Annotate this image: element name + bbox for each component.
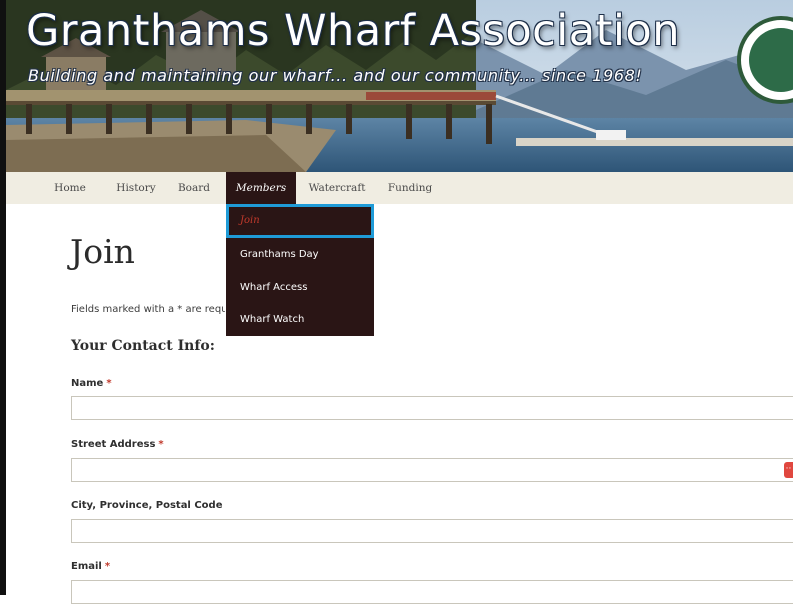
name-label: Name *	[71, 378, 112, 389]
street-address-label: Street Address *	[71, 439, 164, 450]
section-title: Your Contact Info:	[71, 338, 215, 354]
required-mark: *	[158, 439, 164, 450]
nav-members[interactable]: Members	[226, 172, 296, 204]
required-fields-note: Fields marked with a * are required	[71, 304, 225, 315]
name-label-text: Name	[71, 378, 104, 389]
dropdown-item-wharf-watch[interactable]: Wharf Watch	[226, 303, 374, 336]
city-label-text: City, Province, Postal Code	[71, 500, 223, 511]
focus-highlight	[226, 204, 374, 238]
street-address-label-text: Street Address	[71, 439, 156, 450]
email-label-text: Email	[71, 561, 102, 572]
password-manager-icon[interactable]: ··	[784, 462, 793, 478]
nav-home[interactable]: Home	[50, 172, 90, 204]
members-dropdown-menu: Join Granthams Day Wharf Access Wharf Wa…	[226, 204, 374, 336]
name-field[interactable]	[71, 396, 793, 420]
nav-board[interactable]: Board	[172, 172, 216, 204]
required-mark: *	[106, 378, 112, 389]
street-address-field[interactable]	[71, 458, 793, 482]
header-banner: Granthams Wharf Association Building and…	[6, 0, 793, 172]
nav-watercraft[interactable]: Watercraft	[304, 172, 370, 204]
city-province-postal-field[interactable]	[71, 519, 793, 543]
email-label: Email *	[71, 561, 110, 572]
window-edge	[0, 0, 6, 595]
nav-history[interactable]: History	[110, 172, 162, 204]
dropdown-item-wharf-access[interactable]: Wharf Access	[226, 271, 374, 304]
nav-funding[interactable]: Funding	[382, 172, 438, 204]
main-nav: Home History Board Members Watercraft Fu…	[6, 172, 793, 204]
email-field[interactable]	[71, 580, 793, 604]
city-label: City, Province, Postal Code	[71, 500, 223, 511]
site-title[interactable]: Granthams Wharf Association	[26, 6, 680, 56]
site-tagline: Building and maintaining our wharf... an…	[28, 66, 643, 85]
required-mark: *	[104, 561, 111, 572]
page-title: Join	[70, 232, 135, 271]
dropdown-item-granthams-day[interactable]: Granthams Day	[226, 238, 374, 271]
